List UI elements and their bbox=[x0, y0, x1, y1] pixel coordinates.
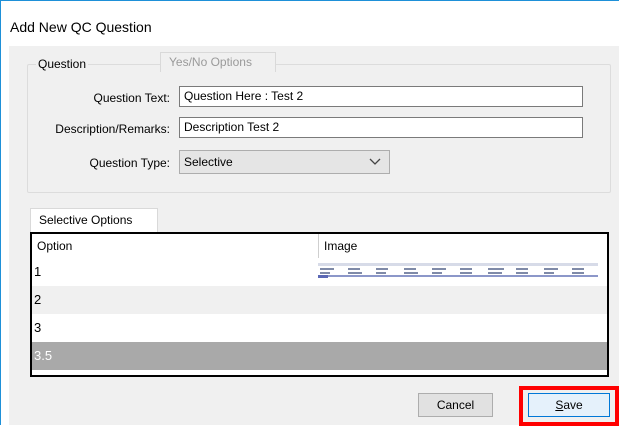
option-cell: 1 bbox=[34, 264, 42, 279]
tab-selective-options[interactable]: Selective Options bbox=[30, 208, 158, 232]
window-title: Add New QC Question bbox=[10, 19, 152, 35]
table-row-selected[interactable]: 3.5 bbox=[32, 342, 607, 370]
question-type-select[interactable]: Selective bbox=[179, 150, 390, 174]
chevron-down-icon bbox=[369, 158, 381, 165]
description-label: Description/Remarks: bbox=[55, 122, 170, 136]
image-thumbnail bbox=[318, 263, 598, 278]
option-cell: 2 bbox=[34, 292, 42, 307]
image-cell bbox=[318, 342, 607, 370]
column-header-image[interactable]: Image bbox=[318, 234, 607, 258]
question-type-value: Selective bbox=[184, 155, 233, 169]
image-cell bbox=[318, 314, 607, 342]
question-group-legend: Question bbox=[36, 57, 89, 71]
question-type-label: Question Type: bbox=[89, 156, 171, 170]
window-border-top bbox=[0, 0, 619, 1]
dialog-client-area: Question Question Text: Question Here : … bbox=[9, 46, 619, 426]
description-input[interactable]: Description Test 2 bbox=[179, 117, 583, 138]
question-text-input[interactable]: Question Here : Test 2 bbox=[179, 86, 583, 107]
save-label-rest: ave bbox=[563, 398, 583, 412]
options-grid[interactable]: Option Image 1 2 3 3.5 bbox=[30, 232, 609, 377]
question-groupbox: Question Question Text: Question Here : … bbox=[27, 57, 611, 193]
column-header-option[interactable]: Option bbox=[32, 234, 318, 258]
option-cell: 3.5 bbox=[34, 348, 53, 363]
tab-yes-no-options[interactable]: Yes/No Options bbox=[160, 52, 276, 72]
table-row[interactable]: 3 bbox=[32, 314, 607, 342]
window-border-left bbox=[0, 0, 1, 425]
cancel-button[interactable]: Cancel bbox=[418, 393, 493, 417]
table-row[interactable]: 2 bbox=[32, 286, 607, 314]
save-button[interactable]: Save bbox=[528, 393, 610, 417]
table-row[interactable]: 1 bbox=[32, 258, 607, 286]
image-cell bbox=[318, 258, 607, 286]
image-cell bbox=[318, 286, 607, 314]
grid-header: Option Image bbox=[32, 234, 607, 259]
question-text-label: Question Text: bbox=[93, 91, 171, 105]
option-cell: 3 bbox=[34, 320, 42, 335]
